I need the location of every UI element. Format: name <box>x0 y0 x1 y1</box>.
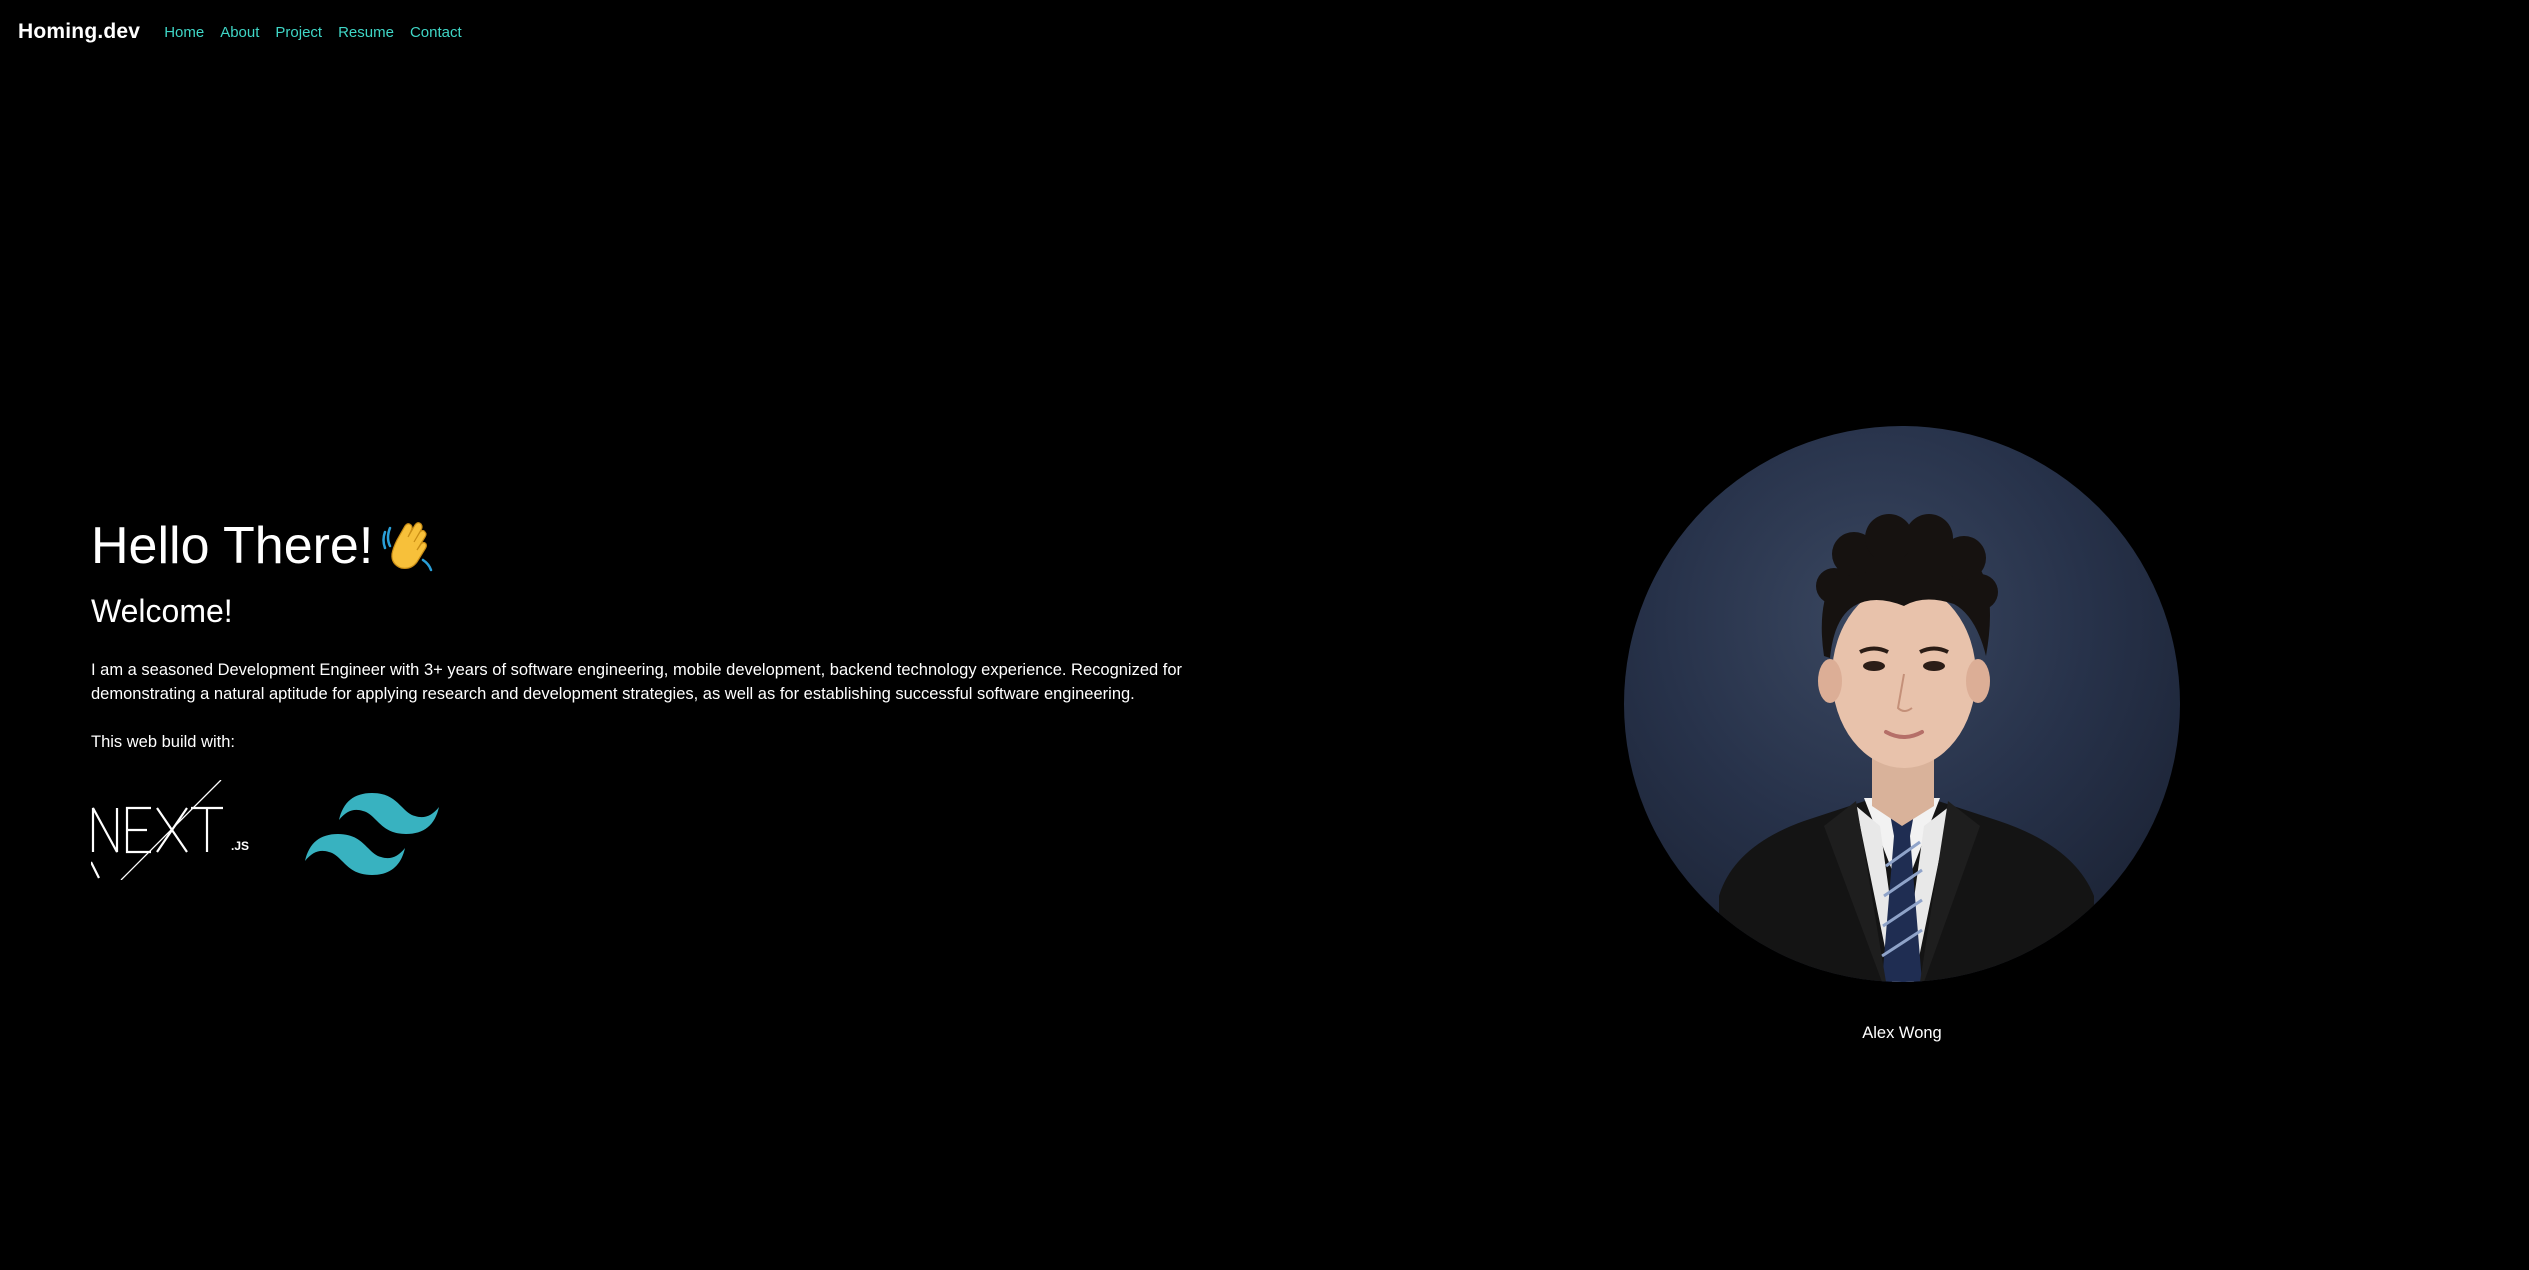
tailwind-logo <box>305 793 439 875</box>
waving-hand-icon <box>379 518 435 574</box>
nav-link-about[interactable]: About <box>220 24 259 41</box>
hero-description: I am a seasoned Development Engineer wit… <box>91 661 1183 703</box>
profile-photo <box>1624 426 2180 982</box>
nav-link-home[interactable]: Home <box>164 24 204 41</box>
hero-subtitle: Welcome! <box>91 593 233 629</box>
brand-logo[interactable]: Homing.dev <box>18 20 140 44</box>
svg-text:.JS: .JS <box>231 839 249 853</box>
nav-link-contact[interactable]: Contact <box>410 24 462 41</box>
profile-section: Alex Wong <box>1624 426 2180 1044</box>
tech-logos: .JS <box>91 780 1251 880</box>
hero-title-row: Hello There! <box>91 510 1251 582</box>
hero-title: Hello There! <box>91 517 374 575</box>
hero-section: Hello There! Welcome! I am a seasoned De… <box>91 510 1251 880</box>
navbar: Homing.dev Home About Project Resume Con… <box>18 18 478 46</box>
profile-name: Alex Wong <box>1862 1024 1942 1042</box>
nav-link-resume[interactable]: Resume <box>338 24 394 41</box>
page: Homing.dev Home About Project Resume Con… <box>0 0 2529 1270</box>
nextjs-logo: .JS <box>91 780 249 880</box>
nav-link-project[interactable]: Project <box>275 24 322 41</box>
built-with-label: This web build with: <box>91 733 235 751</box>
